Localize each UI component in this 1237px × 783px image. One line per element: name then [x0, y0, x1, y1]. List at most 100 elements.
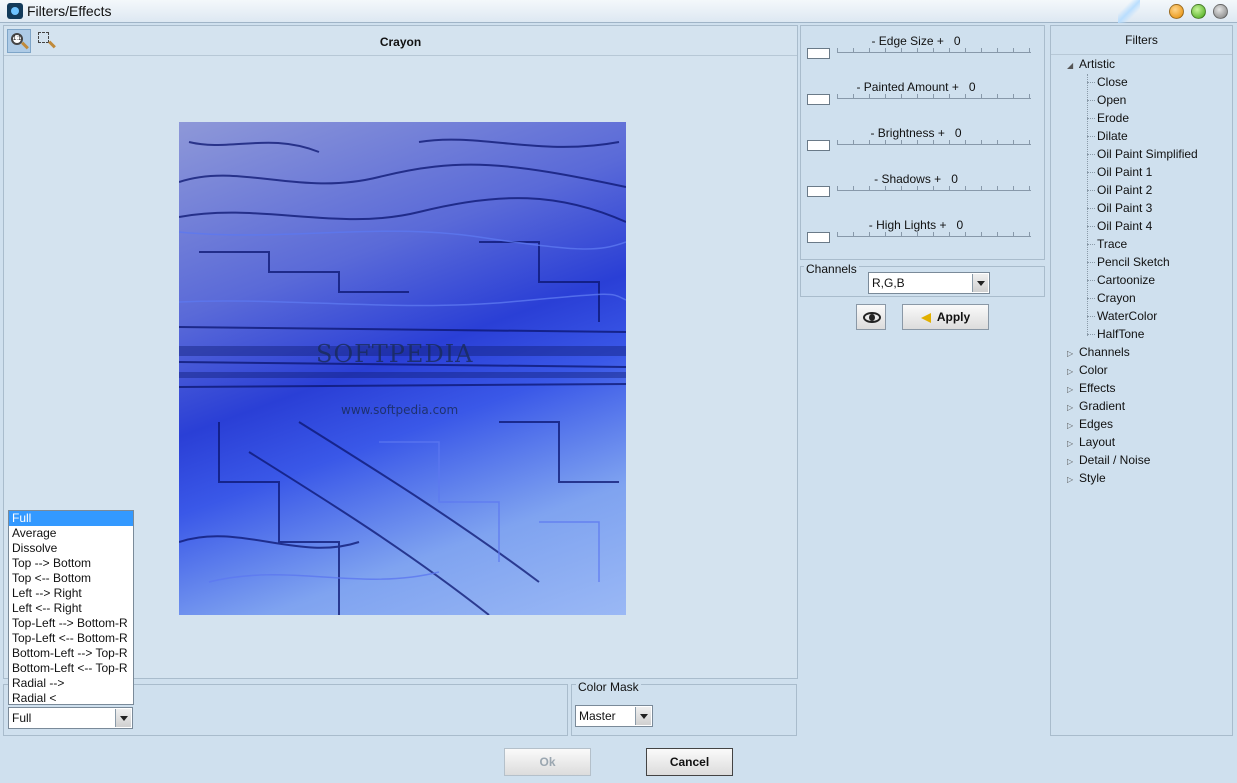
slider-tick: [901, 48, 902, 52]
blend-option[interactable]: Average: [9, 526, 133, 541]
tree-node-effects[interactable]: ▷ Effects: [1067, 379, 1115, 397]
slider-thumb[interactable]: [807, 94, 830, 105]
filter-item[interactable]: WaterColor: [1097, 307, 1157, 325]
slider-tick: [997, 232, 998, 236]
slider-tick: [885, 186, 886, 190]
filter-item[interactable]: Oil Paint 2: [1097, 181, 1152, 199]
filter-item[interactable]: Trace: [1097, 235, 1127, 253]
slider-tick: [1029, 186, 1030, 190]
filter-item[interactable]: Oil Paint Simplified: [1097, 145, 1198, 163]
slider-tick: [997, 186, 998, 190]
cancel-button[interactable]: Cancel: [646, 748, 733, 776]
high-lights-slider[interactable]: - High Lights + 0: [801, 213, 1044, 259]
slider-thumb[interactable]: [807, 186, 830, 197]
window-title: Filters/Effects: [27, 3, 112, 19]
filter-item[interactable]: Pencil Sketch: [1097, 253, 1170, 271]
tree-node-artistic[interactable]: ◢ Artistic: [1067, 55, 1115, 73]
slider-tick: [997, 94, 998, 98]
collapsed-triangle-icon[interactable]: ▷: [1067, 471, 1079, 489]
tree-node-detail-noise[interactable]: ▷ Detail / Noise: [1067, 451, 1150, 469]
painted-amount-slider[interactable]: - Painted Amount + 0: [801, 75, 1044, 121]
blend-mode-dropdown-list[interactable]: Full Average Dissolve Top --> Bottom Top…: [8, 510, 134, 705]
tree-node-gradient[interactable]: ▷ Gradient: [1067, 397, 1125, 415]
slider-tick: [869, 232, 870, 236]
channels-label: Channels: [804, 262, 859, 276]
preview-image: SOFTPEDIA www.softpedia.com: [179, 122, 626, 615]
filter-item[interactable]: Dilate: [1097, 127, 1128, 145]
blend-option[interactable]: Top-Left --> Bottom-R: [9, 616, 133, 631]
slider-label: - Edge Size + 0: [871, 34, 961, 48]
tree-node-layout[interactable]: ▷ Layout: [1067, 433, 1115, 451]
tree-node-edges[interactable]: ▷ Edges: [1067, 415, 1113, 433]
slider-tick: [949, 232, 950, 236]
blend-option[interactable]: Left <-- Right: [9, 601, 133, 616]
filter-item[interactable]: Close: [1097, 73, 1128, 91]
slider-tick: [949, 94, 950, 98]
tree-node-style[interactable]: ▷ Style: [1067, 469, 1106, 487]
blend-option[interactable]: Bottom-Left --> Top-R: [9, 646, 133, 661]
slider-thumb[interactable]: [807, 232, 830, 243]
slider-tick: [837, 232, 838, 236]
color-mask-select[interactable]: Master: [575, 705, 653, 727]
filter-item[interactable]: Open: [1097, 91, 1126, 109]
slider-tick: [853, 186, 854, 190]
blend-option[interactable]: Full: [9, 511, 133, 526]
filter-item-selected[interactable]: Crayon: [1097, 289, 1136, 307]
filter-item[interactable]: Cartoonize: [1097, 271, 1155, 289]
edge-size-slider[interactable]: - Edge Size + 0: [801, 29, 1044, 75]
slider-thumb[interactable]: [807, 48, 830, 59]
slider-tick: [885, 232, 886, 236]
slider-tick: [885, 140, 886, 144]
filters-panel: Filters ◢ Artistic Close Open Erode Dilat…: [1050, 25, 1233, 736]
slider-tick: [901, 186, 902, 190]
slider-tick: [949, 186, 950, 190]
tree-node-channels[interactable]: ▷ Channels: [1067, 343, 1130, 361]
expanded-triangle-icon[interactable]: ◢: [1067, 57, 1079, 75]
blend-option[interactable]: Radial <: [9, 691, 133, 704]
apply-button[interactable]: Apply: [902, 304, 989, 330]
filter-item[interactable]: HalfTone: [1097, 325, 1144, 343]
filter-item[interactable]: Erode: [1097, 109, 1129, 127]
slider-tick: [869, 94, 870, 98]
slider-tick: [965, 94, 966, 98]
close-button[interactable]: [1213, 4, 1228, 19]
slider-tick: [853, 140, 854, 144]
tree-node-color[interactable]: ▷ Color: [1067, 361, 1108, 379]
preview-toggle-button[interactable]: [856, 304, 886, 330]
slider-tick: [917, 140, 918, 144]
slider-thumb[interactable]: [807, 140, 830, 151]
slider-tick: [981, 94, 982, 98]
chevron-down-icon[interactable]: [972, 274, 988, 292]
slider-label: - High Lights + 0: [868, 218, 964, 232]
blend-option[interactable]: Top <-- Bottom: [9, 571, 133, 586]
maximize-button[interactable]: [1191, 4, 1206, 19]
slider-tick: [1029, 48, 1030, 52]
slider-tick: [917, 94, 918, 98]
ok-button[interactable]: Ok: [504, 748, 591, 776]
channels-value: R,G,B: [872, 276, 905, 290]
slider-tick: [837, 48, 838, 52]
blend-mode-select[interactable]: Full: [8, 707, 133, 729]
chevron-down-icon[interactable]: [635, 707, 651, 725]
shadows-slider[interactable]: - Shadows + 0: [801, 167, 1044, 213]
slider-label: - Shadows + 0: [874, 172, 958, 186]
slider-tick: [901, 94, 902, 98]
minimize-button[interactable]: [1169, 4, 1184, 19]
slider-tick: [901, 232, 902, 236]
filter-item[interactable]: Oil Paint 3: [1097, 199, 1152, 217]
chevron-down-icon[interactable]: [115, 709, 131, 727]
brightness-slider[interactable]: - Brightness + 0: [801, 121, 1044, 167]
filter-item[interactable]: Oil Paint 4: [1097, 217, 1152, 235]
slider-tick: [837, 94, 838, 98]
blend-option[interactable]: Radial -->: [9, 676, 133, 691]
slider-tick: [853, 94, 854, 98]
blend-option[interactable]: Dissolve: [9, 541, 133, 556]
slider-tick: [869, 48, 870, 52]
slider-tick: [1029, 140, 1030, 144]
filter-item[interactable]: Oil Paint 1: [1097, 163, 1152, 181]
channels-select[interactable]: R,G,B: [868, 272, 990, 294]
blend-option[interactable]: Left --> Right: [9, 586, 133, 601]
blend-option[interactable]: Top --> Bottom: [9, 556, 133, 571]
blend-option[interactable]: Top-Left <-- Bottom-R: [9, 631, 133, 646]
blend-option[interactable]: Bottom-Left <-- Top-R: [9, 661, 133, 676]
